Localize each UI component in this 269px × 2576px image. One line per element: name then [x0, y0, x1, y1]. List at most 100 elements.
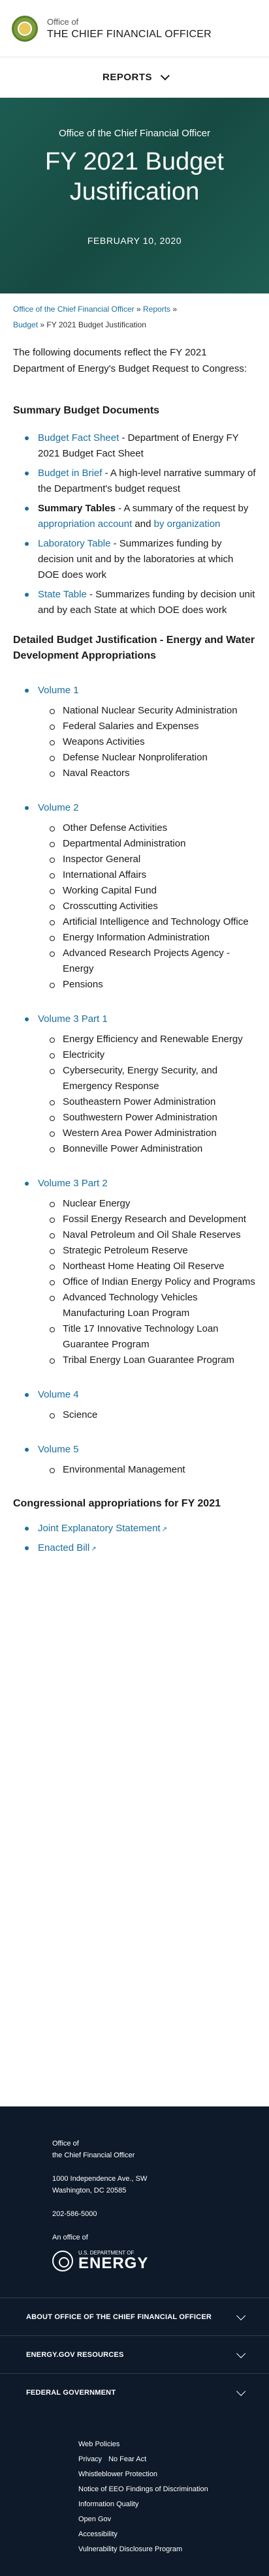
doe-logo-icon [52, 2250, 73, 2271]
list-item: Title 17 Innovative Technology Loan Guar… [50, 1321, 256, 1353]
breadcrumb-link-budget[interactable]: Budget [13, 320, 38, 329]
volume-link[interactable]: Volume 3 Part 1 [38, 1013, 108, 1025]
footer-link-eeo[interactable]: Notice of EEO Findings of Discrimination [78, 2482, 209, 2497]
volume-items: Energy Efficiency and Renewable Energy El… [25, 1032, 256, 1157]
volume-title: Volume 5 [25, 1443, 256, 1457]
list-item: Fossil Energy Research and Development [50, 1212, 256, 1227]
list-item-text: - A summary of the request by [115, 503, 249, 514]
list-item: Strategic Petroleum Reserve [50, 1243, 256, 1259]
summary-tables-label: Summary Tables [38, 503, 116, 514]
list-item: Enacted Bill ↗ [25, 1540, 256, 1557]
list-item: Artificial Intelligence and Technology O… [50, 914, 256, 930]
footer-link-vulnerability[interactable]: Vulnerability Disclosure Program [78, 2542, 196, 2557]
laboratory-table-link[interactable]: Laboratory Table [38, 538, 110, 549]
list-item: Advanced Technology Vehicles Manufacturi… [50, 1290, 256, 1321]
accordion-label: FEDERAL GOVERNMENT [26, 2388, 116, 2397]
congressional-list: Joint Explanatory Statement ↗ Enacted Bil… [13, 1521, 256, 1557]
chevron-down-icon [236, 2311, 246, 2320]
site-footer: Office of the Chief Financial Officer 10… [0, 2106, 269, 2576]
accordion-label: ABOUT OFFICE OF THE CHIEF FINANCIAL OFFI… [26, 2313, 212, 2321]
footer-link-open-gov[interactable]: Open Gov [78, 2512, 269, 2527]
list-item: Bonneville Power Administration [50, 1141, 256, 1157]
list-item: Joint Explanatory Statement ↗ [25, 1521, 256, 1538]
list-item: Tribal Energy Loan Guarantee Program [50, 1353, 256, 1368]
list-item: Budget in Brief - A high-level narrative… [25, 466, 256, 497]
breadcrumb-current: FY 2021 Budget Justification [46, 320, 146, 329]
doe-seal-icon[interactable] [12, 15, 38, 42]
volume-section: Volume 1 National Nuclear Security Admini… [13, 683, 256, 781]
footer-accordion-federal[interactable]: FEDERAL GOVERNMENT [0, 2373, 269, 2411]
footer-phone[interactable]: 202-586-5000 [52, 2208, 217, 2220]
list-item: Pensions [50, 977, 256, 993]
breadcrumb-separator: » [40, 320, 45, 329]
joint-explanatory-statement-link[interactable]: Joint Explanatory Statement [38, 1523, 161, 1534]
summary-list: Budget Fact Sheet - Department of Energy… [13, 430, 256, 618]
list-item: Working Capital Fund [50, 883, 256, 899]
breadcrumb-separator: » [172, 305, 178, 314]
chevron-down-icon [160, 70, 170, 80]
list-item: Budget Fact Sheet - Department of Energy… [25, 430, 256, 462]
footer-link-web-policies[interactable]: Web Policies [78, 2437, 269, 2452]
accordion-label: ENERGY.GOV RESOURCES [26, 2350, 124, 2359]
volume-link[interactable]: Volume 1 [38, 685, 79, 696]
footer-link-accessibility[interactable]: Accessibility [78, 2527, 269, 2542]
top-bar: Office of THE CHIEF FINANCIAL OFFICER [0, 0, 269, 57]
list-item: Environmental Management [50, 1462, 256, 1478]
list-item: Southwestern Power Administration [50, 1110, 256, 1126]
volume-section: Volume 3 Part 1 Energy Efficiency and Ren… [13, 1012, 256, 1157]
summary-heading: Summary Budget Documents [13, 405, 160, 416]
list-item: Other Defense Activities [50, 820, 256, 836]
footer-link-info-quality[interactable]: Information Quality [78, 2497, 269, 2512]
breadcrumb-link-reports[interactable]: Reports [143, 305, 170, 314]
state-table-link[interactable]: State Table [38, 589, 87, 600]
footer-address2: Washington, DC 20585 [52, 2187, 127, 2194]
budget-in-brief-link[interactable]: Budget in Brief [38, 468, 102, 479]
intro-text: The following documents reflect the FY 2… [13, 347, 247, 374]
budget-fact-sheet-link[interactable]: Budget Fact Sheet [38, 432, 119, 443]
list-item: Energy Information Administration [50, 930, 256, 946]
appropriation-account-link[interactable]: appropriation account [38, 518, 132, 530]
list-item: Inspector General [50, 852, 256, 867]
list-item: Western Area Power Administration [50, 1126, 256, 1141]
list-item: Federal Salaries and Expenses [50, 719, 256, 734]
footer-links: Web Policies Privacy No Fear Act Whistleb… [0, 2411, 269, 2557]
volume-section: Volume 5 Environmental Management [13, 1443, 256, 1478]
congressional-heading: Congressional appropriations for FY 2021 [13, 1498, 221, 1509]
list-item: Defense Nuclear Nonproliferation [50, 750, 256, 766]
list-item: Nuclear Energy [50, 1196, 256, 1212]
footer-office-line1: Office of [52, 2140, 79, 2148]
list-item: Advanced Research Projects Agency - Ener… [50, 946, 256, 977]
volume-link[interactable]: Volume 4 [38, 1389, 79, 1400]
energy-logo[interactable]: U.S. DEPARTMENT OF ENERGY [52, 2250, 217, 2271]
volume-link[interactable]: Volume 5 [38, 1444, 79, 1455]
list-item: State Table - Summarizes funding by deci… [25, 587, 256, 618]
breadcrumb-link-cfo[interactable]: Office of the Chief Financial Officer [13, 305, 134, 314]
volume-title: Volume 4 [25, 1388, 256, 1402]
footer-link-no-fear[interactable]: No Fear Act [108, 2452, 146, 2467]
volume-link[interactable]: Volume 3 Part 2 [38, 1178, 108, 1189]
volume-title: Volume 3 Part 1 [25, 1012, 256, 1026]
volume-title: Volume 2 [25, 801, 256, 815]
list-item: Laboratory Table - Summarizes funding by… [25, 536, 256, 583]
list-item: Naval Petroleum and Oil Shale Reserves [50, 1227, 256, 1243]
volume-link[interactable]: Volume 2 [38, 802, 79, 813]
breadcrumb: Office of the Chief Financial Officer » … [13, 293, 256, 333]
footer-accordion-about[interactable]: ABOUT OFFICE OF THE CHIEF FINANCIAL OFFI… [0, 2298, 269, 2335]
reports-menu-toggle[interactable]: REPORTS [0, 57, 269, 98]
page-title: FY 2021 Budget Justification [45, 148, 224, 205]
list-item-text: and [132, 518, 154, 530]
list-item: Cybersecurity, Energy Security, and Emer… [50, 1063, 256, 1094]
by-organization-link[interactable]: by organization [154, 518, 221, 530]
volume-items: Nuclear Energy Fossil Energy Research and… [25, 1196, 256, 1368]
chevron-down-icon [236, 2386, 246, 2396]
volume-title: Volume 3 Part 2 [25, 1176, 256, 1191]
list-item: Electricity [50, 1047, 256, 1063]
footer-link-whistleblower[interactable]: Whistleblower Protection [78, 2467, 269, 2482]
list-item: Crosscutting Activities [50, 899, 256, 914]
enacted-bill-link[interactable]: Enacted Bill [38, 1542, 89, 1553]
footer-link-privacy[interactable]: Privacy [78, 2452, 102, 2467]
volume-items: Other Defense Activities Departmental Adm… [25, 820, 256, 993]
site-brand[interactable]: Office of THE CHIEF FINANCIAL OFFICER [47, 17, 212, 40]
footer-accordion-resources[interactable]: ENERGY.GOV RESOURCES [0, 2335, 269, 2373]
external-link-icon: ↗ [161, 1526, 167, 1533]
